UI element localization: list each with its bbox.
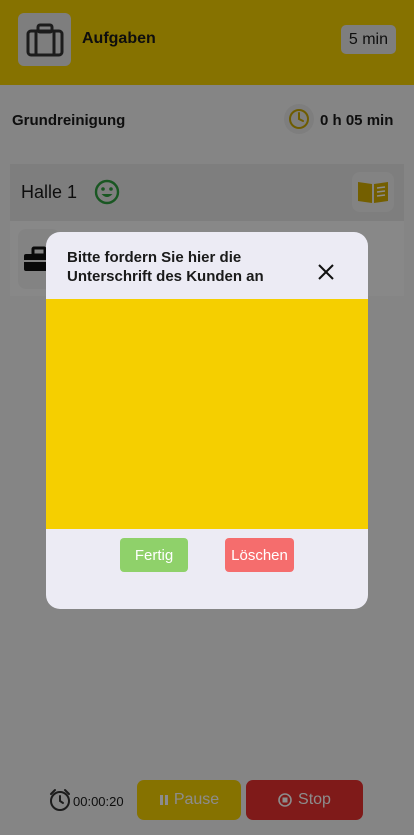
clear-button[interactable]: Löschen [225, 538, 294, 572]
signature-dialog: Bitte fordern Sie hier die Unterschrift … [46, 232, 368, 609]
signature-pad[interactable] [46, 299, 368, 529]
dialog-title: Bitte fordern Sie hier die Unterschrift … [67, 249, 264, 285]
done-button[interactable]: Fertig [120, 538, 188, 572]
close-icon[interactable] [316, 262, 336, 282]
